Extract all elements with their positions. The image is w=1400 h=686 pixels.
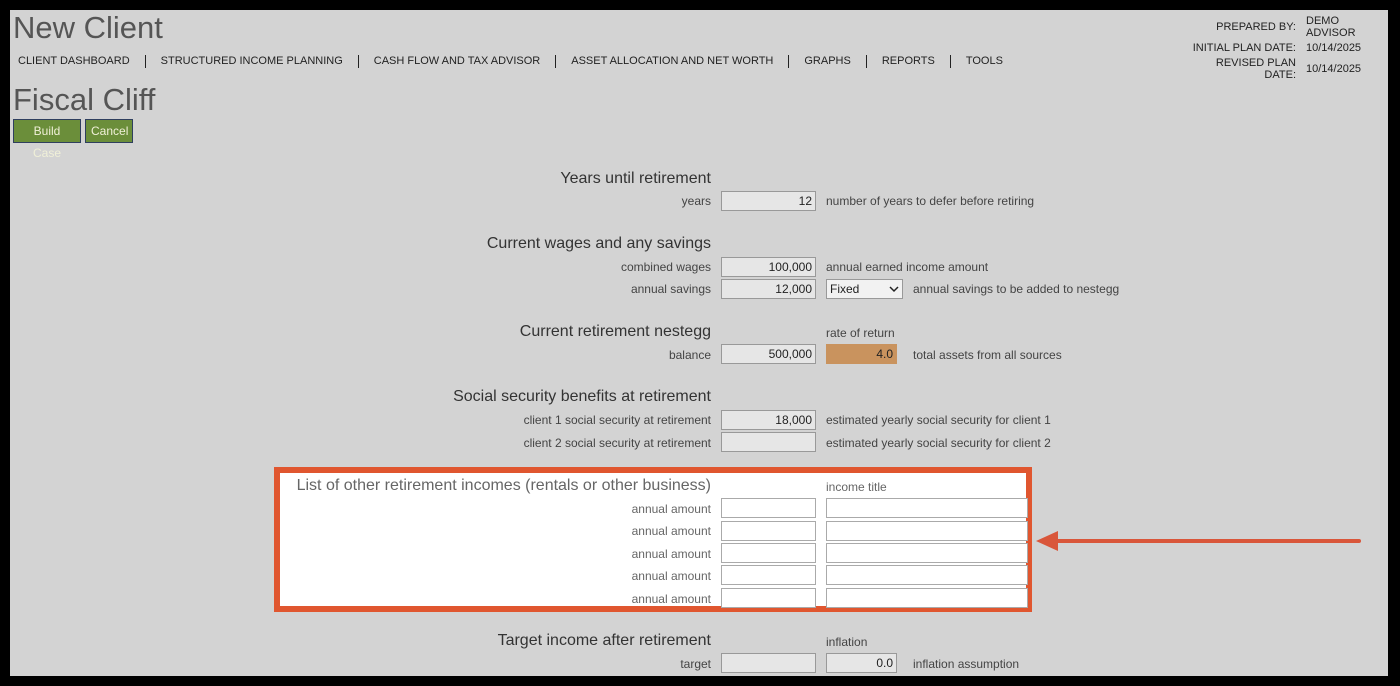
- other-income-amount-input[interactable]: [721, 543, 816, 563]
- meta-prepared-by-value: DEMO ADVISOR: [1306, 14, 1356, 39]
- annual-savings-input[interactable]: 12,000: [721, 279, 816, 299]
- other-income-row-label: annual amount: [631, 569, 711, 583]
- meta-initial-date-label: INITIAL PLAN DATE:: [1192, 41, 1296, 54]
- balance-input[interactable]: 500,000: [721, 344, 816, 364]
- years-desc: number of years to defer before retiring: [826, 194, 1035, 208]
- balance-desc: total assets from all sources: [913, 348, 1062, 362]
- combined-wages-label: combined wages: [620, 260, 711, 274]
- wages-section-title: Current wages and any savings: [486, 235, 711, 252]
- nav-separator: [865, 54, 867, 68]
- nav-structured-income-planning[interactable]: STRUCTURED INCOME PLANNING: [153, 54, 351, 68]
- rate-of-return-input[interactable]: 4.0: [826, 344, 897, 364]
- chevron-down-icon: [889, 285, 899, 292]
- other-income-row-label: annual amount: [631, 524, 711, 538]
- social-section-title: Social security benefits at retirement: [453, 388, 711, 405]
- annual-savings-label: annual savings: [630, 282, 711, 296]
- client1-ss-desc: estimated yearly social security for cli…: [826, 413, 1051, 427]
- client1-ss-input[interactable]: 18,000: [721, 410, 816, 430]
- client1-ss-label: client 1 social security at retirement: [523, 413, 711, 427]
- meta-revised-date: REVISED PLAN DATE: 10/14/2025: [1186, 56, 1388, 81]
- nestegg-section-title: Current retirement nestegg: [519, 323, 711, 340]
- other-income-amount-input[interactable]: [721, 588, 816, 608]
- years-label: years: [681, 194, 711, 208]
- app-title: New Client: [13, 10, 163, 45]
- client2-ss-input[interactable]: [721, 432, 816, 452]
- inflation-input[interactable]: 0.0: [826, 653, 897, 673]
- savings-type-select[interactable]: Fixed: [826, 279, 903, 299]
- main-nav: CLIENT DASHBOARD STRUCTURED INCOME PLANN…: [10, 54, 1011, 68]
- meta-revised-date-label: REVISED PLAN DATE:: [1215, 56, 1296, 81]
- savings-type-value: Fixed: [830, 282, 860, 296]
- other-income-row-label: annual amount: [631, 547, 711, 561]
- target-section-title: Target income after retirement: [497, 632, 711, 649]
- target-input[interactable]: [721, 653, 816, 673]
- annotation-arrow-line: [1053, 539, 1361, 543]
- other-income-title-input[interactable]: [826, 498, 1028, 518]
- balance-label: balance: [668, 348, 711, 362]
- other-income-title-input[interactable]: [826, 588, 1028, 608]
- meta-initial-date: INITIAL PLAN DATE: 10/14/2025: [1186, 37, 1388, 58]
- page-title: Fiscal Cliff: [13, 82, 156, 117]
- years-input[interactable]: 12: [721, 191, 816, 211]
- nav-asset-allocation-net-worth[interactable]: ASSET ALLOCATION AND NET WORTH: [563, 54, 781, 68]
- nav-cash-flow-tax-advisor[interactable]: CASH FLOW AND TAX ADVISOR: [366, 54, 548, 68]
- nav-graphs[interactable]: GRAPHS: [796, 54, 858, 68]
- combined-wages-desc: annual earned income amount: [826, 260, 989, 274]
- nav-separator: [949, 54, 951, 68]
- nav-separator: [788, 54, 790, 68]
- nav-separator: [144, 54, 146, 68]
- nav-separator: [357, 54, 359, 68]
- other-income-amount-input[interactable]: [721, 521, 816, 541]
- other-incomes-title: List of other retirement incomes (rental…: [296, 477, 711, 494]
- plan-meta: PREPARED BY: DEMO ADVISOR INITIAL PLAN D…: [1186, 14, 1388, 81]
- other-income-title-input[interactable]: [826, 565, 1028, 585]
- inflation-label: inflation: [826, 635, 868, 649]
- client2-ss-label: client 2 social security at retirement: [523, 436, 711, 450]
- meta-initial-date-value: 10/14/2025: [1306, 41, 1362, 54]
- nav-reports[interactable]: REPORTS: [874, 54, 943, 68]
- meta-revised-date-value: 10/14/2025: [1306, 62, 1362, 75]
- years-section-title: Years until retirement: [560, 170, 711, 187]
- income-title-header: income title: [826, 480, 887, 494]
- annual-savings-desc: annual savings to be added to nestegg: [913, 282, 1120, 296]
- other-income-row-label: annual amount: [631, 502, 711, 516]
- other-income-amount-input[interactable]: [721, 498, 816, 518]
- other-income-row-label: annual amount: [631, 592, 711, 606]
- nav-tools[interactable]: TOOLS: [958, 54, 1011, 68]
- nav-client-dashboard[interactable]: CLIENT DASHBOARD: [10, 54, 138, 68]
- app-window: New Client PREPARED BY: DEMO ADVISOR INI…: [10, 10, 1388, 676]
- client2-ss-desc: estimated yearly social security for cli…: [826, 436, 1051, 450]
- combined-wages-input[interactable]: 100,000: [721, 257, 816, 277]
- other-income-title-input[interactable]: [826, 521, 1028, 541]
- other-income-title-input[interactable]: [826, 543, 1028, 563]
- build-case-button[interactable]: Build Case: [13, 119, 81, 160]
- other-income-amount-input[interactable]: [721, 565, 816, 585]
- target-label: target: [680, 657, 711, 671]
- meta-prepared-by: PREPARED BY: DEMO ADVISOR: [1186, 14, 1388, 39]
- rate-of-return-label: rate of return: [826, 326, 895, 340]
- annotation-arrow-icon: [1036, 531, 1058, 551]
- cancel-button[interactable]: Cancel: [85, 119, 133, 143]
- nav-separator: [555, 54, 557, 68]
- inflation-desc: inflation assumption: [913, 657, 1020, 671]
- meta-prepared-by-label: PREPARED BY:: [1216, 20, 1296, 33]
